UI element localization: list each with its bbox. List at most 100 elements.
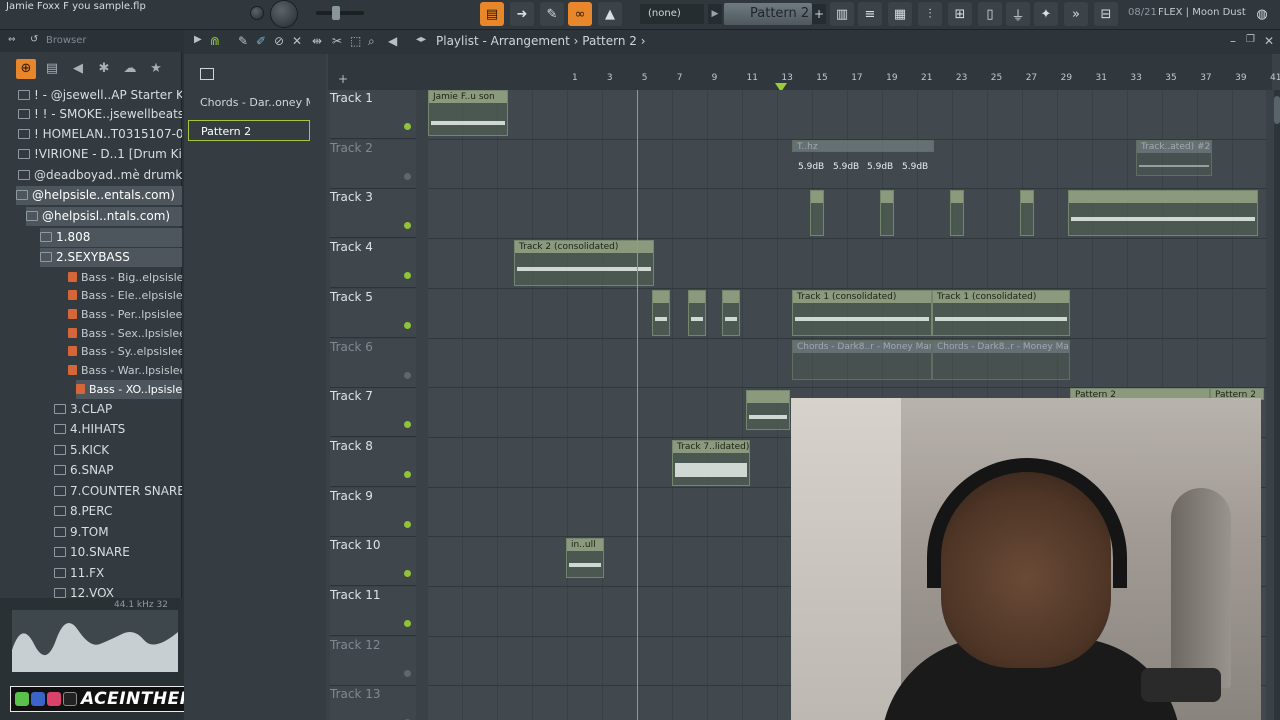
piano-icon[interactable] <box>200 68 214 80</box>
link-button[interactable]: ∞ <box>568 2 592 26</box>
browser-folder-open[interactable]: @helpsisle..entals.com) <box>16 186 182 205</box>
slice-icon[interactable]: ✂ <box>332 34 342 48</box>
browser-file[interactable]: Bass - Big..elpsisleet <box>68 268 182 287</box>
delete-icon[interactable]: ⊘ <box>274 34 284 48</box>
track-mute-led[interactable] <box>404 520 411 528</box>
audio-clip[interactable] <box>810 190 824 236</box>
add-track-icon[interactable]: + <box>338 72 348 86</box>
playhead-line[interactable] <box>637 90 639 720</box>
track-header[interactable]: Track 10 <box>330 537 416 587</box>
browser-all-button[interactable]: ⊕ <box>16 59 36 79</box>
browser-folder[interactable]: ! - @jsewell..AP Starter Kit <box>18 86 182 105</box>
master-slider[interactable] <box>316 11 364 15</box>
maximize-icon[interactable]: ❐ <box>1246 34 1255 45</box>
track-mute-led[interactable] <box>404 272 411 280</box>
browser-folder[interactable]: !VIRIONE - D..1 [Drum Kit] <box>18 145 182 164</box>
track-header[interactable]: Track 8 <box>330 437 416 487</box>
online-button[interactable]: ◍ <box>1250 2 1274 26</box>
browser-folder[interactable]: 7.COUNTER SNARE <box>54 482 182 501</box>
paint-icon[interactable]: ✐ <box>256 34 266 48</box>
pattern-clip[interactable]: Chords - Dark8..r - Money Man <box>932 340 1070 380</box>
track-header[interactable]: Track 6 <box>330 338 416 388</box>
browser-files-button[interactable]: ▤ <box>42 59 62 79</box>
tools-button[interactable]: ✦ <box>1034 2 1058 26</box>
audio-clip[interactable] <box>746 390 790 430</box>
track-header[interactable]: Track 7 <box>330 388 416 438</box>
track-mute-led[interactable] <box>404 620 411 627</box>
arrows-icon[interactable]: ⇔ <box>8 35 16 45</box>
audio-clip[interactable] <box>722 290 740 336</box>
audio-clip[interactable]: Track 2 (consolidated) <box>514 240 654 286</box>
audio-clip[interactable] <box>652 290 670 336</box>
pencil-icon[interactable]: ✎ <box>238 34 248 48</box>
metronome-button[interactable]: ▲ <box>598 2 622 26</box>
track-header[interactable]: Track 5 <box>330 288 416 338</box>
audio-clip[interactable] <box>880 190 894 236</box>
track-mute-led[interactable] <box>404 321 411 329</box>
browser-folder[interactable]: 1.808 <box>40 228 182 247</box>
hint-news[interactable]: FLEX | Moon Dust <box>1158 7 1246 18</box>
browser-file[interactable]: Bass - War..lpsisleet <box>68 361 182 380</box>
audio-clip[interactable]: Track 1 (consolidated) <box>932 290 1070 336</box>
playlist-mode-button[interactable]: ▤ <box>480 2 504 26</box>
playlist-window-button[interactable]: ▥ <box>830 2 854 26</box>
track-header[interactable]: Track 12 <box>330 636 416 686</box>
track-mute-led[interactable] <box>404 123 411 130</box>
browser-cloud-button[interactable]: ☁ <box>120 59 140 79</box>
add-pattern-button[interactable]: + <box>812 4 826 24</box>
track-header[interactable]: Track 4 <box>330 239 416 289</box>
browser-folder[interactable]: @deadboyad..mè drumkit <box>18 166 182 185</box>
track-header[interactable]: Track 13 <box>330 686 416 720</box>
browser-back-button[interactable]: ◀ <box>68 59 88 79</box>
close-icon[interactable]: ✕ <box>1264 34 1274 48</box>
audio-clip[interactable]: Track..ated) #2 <box>1136 140 1212 176</box>
track-mute-led[interactable] <box>404 222 411 230</box>
breadcrumb-pattern[interactable]: Pattern 2 <box>582 34 637 48</box>
audio-clip[interactable]: Track 1 (consolidated) <box>792 290 932 336</box>
snap-select[interactable]: (none) <box>640 4 704 24</box>
master-slider-thumb[interactable] <box>332 6 340 20</box>
zoom-icon[interactable]: ⌕ <box>368 34 375 49</box>
download-button[interactable]: » <box>1064 2 1088 26</box>
browser-file[interactable]: Bass - Per..lpsisleet <box>68 305 182 324</box>
audio-clip[interactable] <box>1020 190 1034 236</box>
draw-button[interactable]: ✎ <box>540 2 564 26</box>
channel-rack-button[interactable]: ▦ <box>888 2 912 26</box>
browser-file[interactable]: Bass - Sex..lpsisleet <box>68 324 182 343</box>
audio-clip[interactable] <box>688 290 706 336</box>
browser-folder[interactable]: 10.SNARE <box>54 543 130 562</box>
track-header[interactable]: Track 2 <box>330 139 416 189</box>
browser-folder[interactable]: 9.TOM <box>54 523 109 542</box>
browser-file[interactable]: Bass - Ele..elpsisleet <box>68 286 182 305</box>
project-button[interactable]: ▯ <box>978 2 1002 26</box>
pattern-select[interactable]: Pattern 2 <box>724 3 812 25</box>
mute-icon[interactable]: ✕ <box>292 34 302 48</box>
back-icon[interactable]: ↺ <box>30 34 38 45</box>
browser-folder-open[interactable]: @helpsisl..ntals.com) <box>26 207 182 226</box>
magnet-icon[interactable]: ⋒ <box>210 34 220 48</box>
browser-plugins-button[interactable]: ✱ <box>94 59 114 79</box>
audio-clip[interactable]: Jamie F..u son <box>428 90 508 136</box>
scrollbar-thumb[interactable] <box>1274 96 1280 124</box>
audio-clip[interactable] <box>1068 190 1258 236</box>
browser-folder[interactable]: ! ! - SMOKE..jsewellbeats <box>18 105 182 124</box>
browser-button[interactable]: ⊞ <box>948 2 972 26</box>
track-mute-led[interactable] <box>404 421 411 429</box>
plugin-button[interactable]: ⏚ <box>1006 2 1030 26</box>
audio-clip[interactable]: T..hz <box>792 140 934 152</box>
browser-file-selected[interactable]: Bass - XO..lpsisleet <box>76 380 182 399</box>
track-header[interactable]: Track 3 <box>330 189 416 239</box>
browser-file[interactable]: Bass - Sy..elpsisleet <box>68 342 182 361</box>
select-icon[interactable]: ⬚ <box>350 34 361 48</box>
master-volume-knob[interactable] <box>270 0 298 28</box>
play-icon[interactable]: ▶ <box>194 34 202 45</box>
track-mute-led[interactable] <box>404 172 411 180</box>
pattern-clip[interactable]: Chords - Dark8..r - Money Man <box>792 340 932 380</box>
mixer-button[interactable]: ⫶ <box>918 2 942 26</box>
browser-folder[interactable]: 8.PERC <box>54 502 112 521</box>
browser-folder[interactable]: 11.FX <box>54 564 104 583</box>
track-mute-led[interactable] <box>404 669 411 677</box>
track-mute-led[interactable] <box>404 470 411 478</box>
browser-folder[interactable]: ! HOMELAN..T0315107-001 <box>18 125 182 144</box>
pattern-item[interactable]: Chords - Dar..oney Man) <box>188 92 310 113</box>
